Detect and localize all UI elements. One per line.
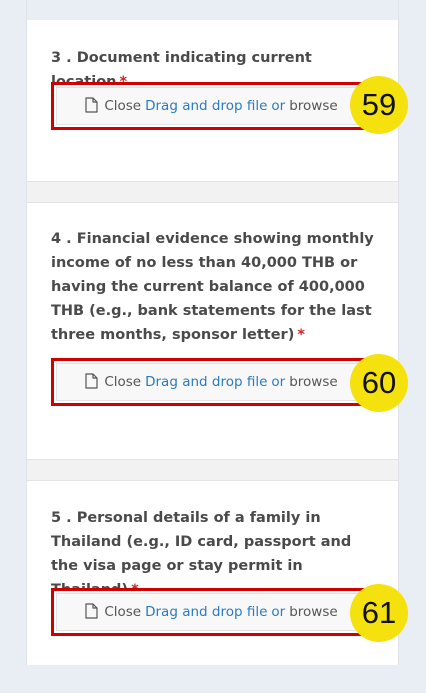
question-label: 4 . Financial evidence showing monthly i…: [51, 227, 381, 347]
question-text: 5 . Personal details of a family in Thai…: [51, 510, 352, 598]
annotation-badge: 61: [350, 584, 408, 642]
required-asterisk: *: [297, 327, 305, 343]
file-icon: [85, 373, 98, 389]
browse-button[interactable]: browse: [289, 374, 337, 390]
file-icon: [85, 97, 98, 113]
or-text: or: [271, 374, 286, 390]
drag-drop-link[interactable]: Drag and drop file: [145, 604, 267, 620]
browse-button[interactable]: browse: [289, 604, 337, 620]
close-button[interactable]: Close: [104, 98, 141, 114]
or-text: or: [271, 98, 286, 114]
close-button[interactable]: Close: [104, 604, 141, 620]
annotation-badge: 60: [350, 354, 408, 412]
close-button[interactable]: Close: [104, 374, 141, 390]
browse-button[interactable]: browse: [289, 98, 337, 114]
file-dropzone-highlight: Close Drag and drop file or browse: [51, 358, 372, 406]
file-upload-dropzone[interactable]: Close Drag and drop file or browse: [56, 593, 367, 631]
question-card-3: 3 . Document indicating current location…: [27, 20, 408, 181]
section-divider: [27, 459, 398, 481]
question-card-5: 5 . Personal details of a family in Thai…: [27, 481, 408, 665]
section-divider: [27, 181, 398, 203]
question-text: 4 . Financial evidence showing monthly i…: [51, 231, 374, 343]
or-text: or: [271, 604, 286, 620]
annotation-badge: 59: [350, 76, 408, 134]
file-dropzone-highlight: Close Drag and drop file or browse: [51, 588, 372, 636]
file-icon: [85, 603, 98, 619]
drag-drop-link[interactable]: Drag and drop file: [145, 374, 267, 390]
file-dropzone-highlight: Close Drag and drop file or browse: [51, 82, 372, 130]
file-upload-dropzone[interactable]: Close Drag and drop file or browse: [56, 363, 367, 401]
drag-drop-link[interactable]: Drag and drop file: [145, 98, 267, 114]
file-upload-dropzone[interactable]: Close Drag and drop file or browse: [56, 87, 367, 125]
question-card-4: 4 . Financial evidence showing monthly i…: [27, 203, 408, 459]
